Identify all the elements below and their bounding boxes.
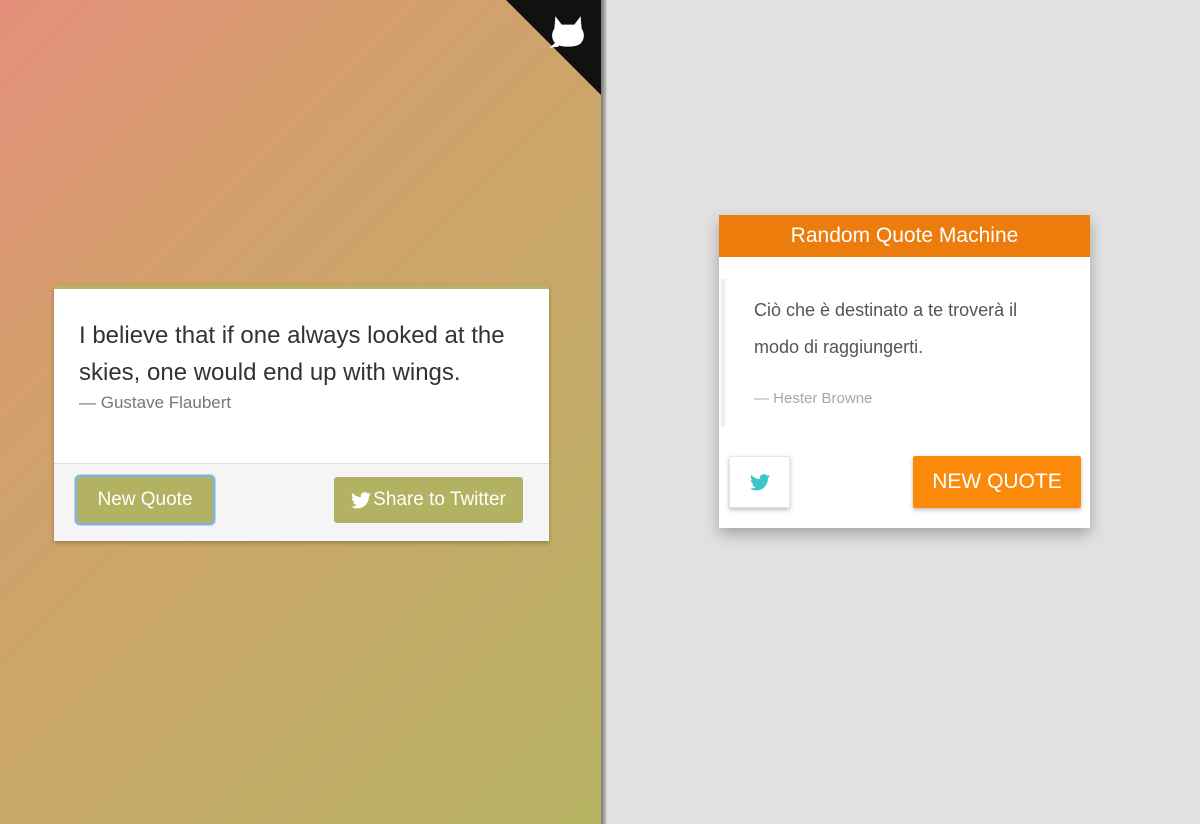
quote-machine-card: Random Quote Machine Ciò che è destinato… [719, 215, 1090, 528]
app-title: Random Quote Machine [719, 215, 1090, 257]
share-label: Share to Twitter [373, 489, 506, 510]
new-quote-button[interactable]: New Quote [75, 475, 215, 525]
quote-text: I believe that if one always looked at t… [79, 322, 505, 386]
twitter-icon [749, 473, 770, 490]
left-preview-pane: I believe that if one always looked at t… [0, 0, 601, 824]
quote-card: I believe that if one always looked at t… [54, 285, 549, 541]
blockquote-bar [721, 279, 725, 427]
new-quote-button[interactable]: NEW QUOTE [913, 456, 1081, 508]
share-twitter-button[interactable]: Share to Twitter [334, 477, 523, 523]
github-icon[interactable] [547, 12, 589, 54]
twitter-icon [351, 491, 372, 508]
tweet-button[interactable] [729, 456, 790, 508]
quote-author: — Hester Browne [754, 390, 873, 407]
quote-author: — Gustave Flaubert [79, 393, 232, 412]
quote-text: Ciò che è destinato a te troverà il modo… [754, 300, 1018, 357]
pane-divider[interactable] [601, 0, 607, 824]
card-footer: New Quote Share to Twitter [54, 463, 549, 541]
